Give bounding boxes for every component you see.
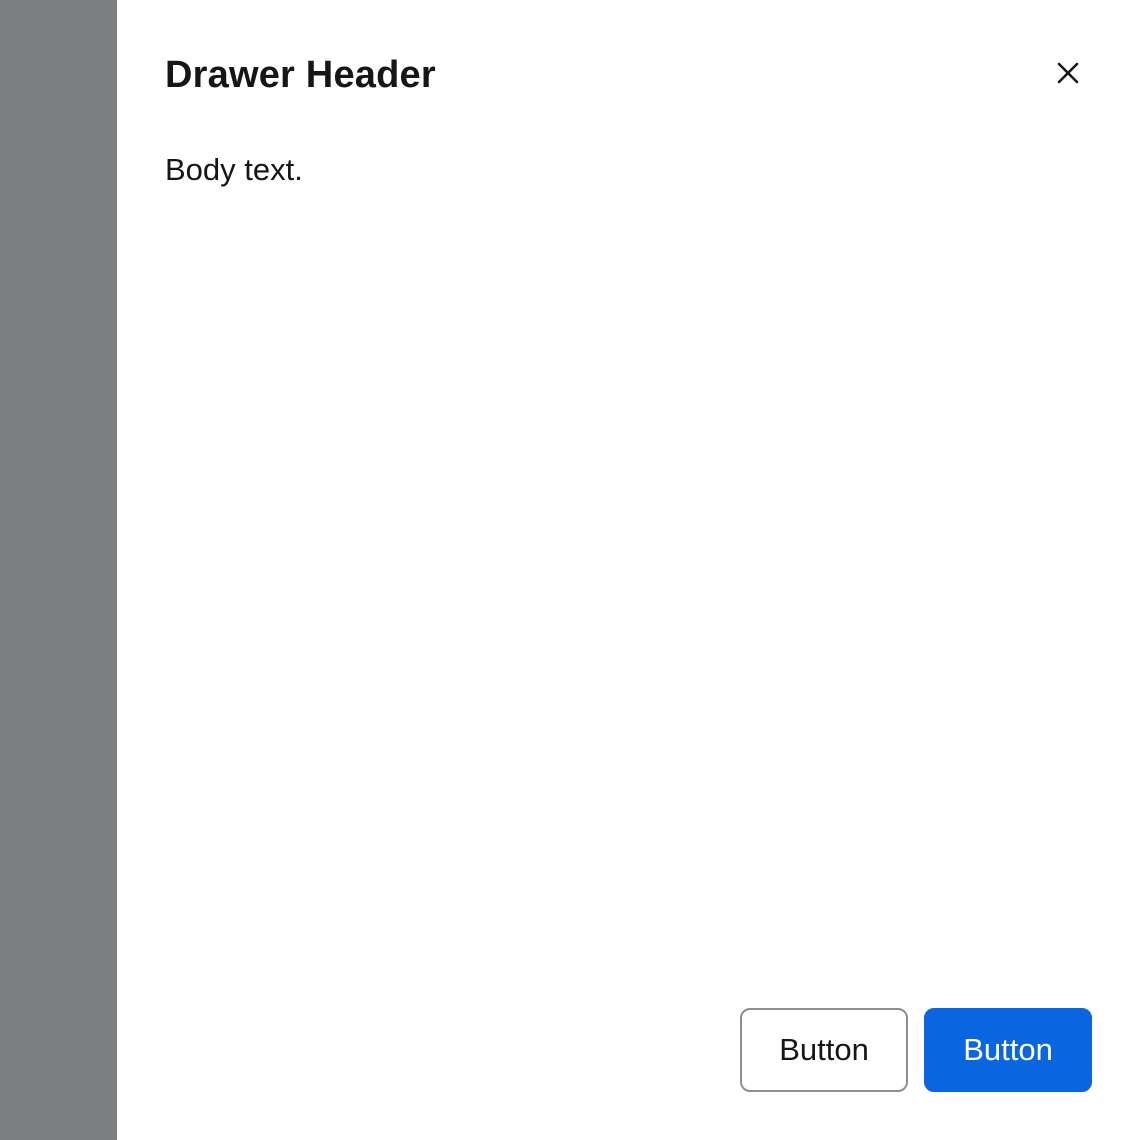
primary-button[interactable]: Button	[924, 1008, 1092, 1092]
page: Drawer Header Body text. Button Button	[0, 0, 1140, 1140]
drawer-panel: Drawer Header Body text. Button Button	[117, 0, 1140, 1140]
close-icon	[1057, 62, 1079, 84]
secondary-button[interactable]: Button	[740, 1008, 908, 1092]
drawer-backdrop-overlay[interactable]	[0, 0, 117, 1140]
drawer-body-text: Body text.	[165, 152, 303, 187]
close-button[interactable]	[1045, 50, 1091, 96]
drawer-header-title: Drawer Header	[165, 54, 436, 96]
